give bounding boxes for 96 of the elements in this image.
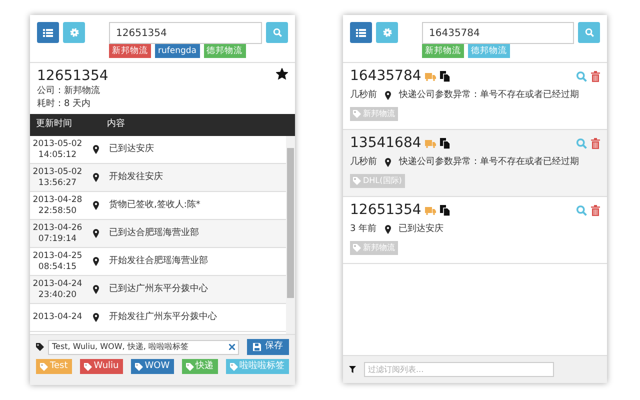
time-text: 23:40:20 [37,290,78,300]
tag-label[interactable]: WOW [130,359,174,374]
search-icon[interactable] [576,205,587,216]
location-pin-icon [385,158,391,168]
trash-icon[interactable] [591,71,600,82]
tag-icon [36,343,44,351]
tag-icon [134,362,143,370]
settings-icon [70,28,78,37]
trash-icon[interactable] [591,138,600,149]
tag-icon [186,362,194,370]
date-text: 2013-04-24 [32,278,84,290]
location-pin-icon [93,313,99,322]
tracking-number: 12651354 [37,68,110,85]
list-button[interactable] [350,22,372,43]
location-pin-icon [93,257,99,266]
truck-icon[interactable] [425,140,436,148]
date-text: 2013-04-24 [32,312,84,323]
company-tag[interactable]: 新邦物流 [109,44,151,58]
date-text: 2013-05-02 [32,138,84,150]
filter-field[interactable]: 过滤订阅列表... [364,362,554,377]
search-button[interactable] [266,22,288,43]
save-button[interactable]: 保存 [247,339,289,355]
tag-label[interactable]: Wuliu [80,359,123,374]
tag-icon [230,362,238,370]
tag-icon [353,110,361,118]
tracking-number: 12651354 [350,202,422,219]
settings-icon [382,28,392,37]
location-pin-icon [93,173,99,182]
event-text: 已到达安庆 [109,142,154,156]
search-field[interactable]: 16435784 [422,22,574,44]
trash-icon[interactable] [591,205,600,216]
search-icon[interactable] [576,71,587,82]
tag-input-field[interactable]: Test, Wuliu, WOW, 快递, 啦啦啦标签 [48,340,239,354]
tag-icon [84,362,92,370]
location-pin-icon [93,201,99,210]
time-text: 13:56:27 [37,178,78,188]
location-pin-icon [93,229,99,238]
list-button[interactable] [37,22,59,43]
tracking-number: 16435784 [350,68,422,85]
event-text: 开始发往合肥瑶海营业部 [109,254,208,268]
location-pin-icon [93,285,99,294]
date-text: 2013-04-25 [32,250,84,262]
copy-icon[interactable] [440,205,450,216]
event-text: 开始发往广州东平分拨中心 [109,310,217,324]
location-pin-icon [384,225,391,234]
search-icon [272,28,282,37]
truck-icon[interactable] [425,72,436,80]
column-header: 内容 [106,118,125,132]
status-text: 已到达安庆 [398,223,444,236]
column-header: 更新时间 [35,118,73,132]
company-text: 公司：新邦物流 [37,85,101,98]
time-text: 14:05:12 [37,150,78,160]
duration-text: 耗时：8 天内 [37,98,92,111]
time-ago-text: 几秒前 [350,89,377,102]
time-ago-text: 几秒前 [350,156,377,169]
tag-icon [40,362,48,370]
truck-icon[interactable] [425,206,436,214]
tag-icon [353,176,361,184]
floppy-icon [253,343,261,351]
search-button[interactable] [578,22,600,43]
company-tag[interactable]: rufengda [155,44,200,58]
tag-label[interactable]: 啦啦啦标签 [226,359,289,374]
location-pin-icon [385,91,391,100]
status-text: 快递公司参数异常：单号不存在或者已经过期 [399,156,579,169]
date-text: 2013-05-02 [32,166,84,178]
star-icon[interactable] [276,68,288,80]
date-text: 2013-04-28 [32,194,84,206]
time-text: 07:19:14 [37,234,78,244]
tracking-number: 13541684 [350,135,422,152]
company-tag[interactable]: 新邦物流 [422,44,464,58]
date-text: 2013-04-26 [32,222,84,234]
settings-button[interactable] [376,22,398,43]
event-text: 已到达合肥瑶海营业部 [109,226,199,240]
tag-label[interactable]: 快递 [182,359,218,374]
tag-icon [353,244,361,252]
clear-icon[interactable] [229,344,235,350]
search-icon[interactable] [576,138,587,149]
list-icon [356,28,366,36]
status-text: 快递公司参数异常：单号不存在或者已经过期 [399,89,579,102]
event-text: 已到达广州东平分拨中心 [109,282,208,296]
filter-icon [349,366,356,373]
company-tag[interactable]: 德邦物流 [468,44,510,58]
scrollbar[interactable] [286,136,295,334]
location-pin-icon [93,145,99,154]
time-text: 08:54:15 [37,262,78,272]
time-text: 22:58:50 [37,206,78,216]
time-ago-text: 3 年前 [350,223,377,236]
event-text: 开始发往安庆 [109,170,163,184]
copy-icon[interactable] [440,71,450,82]
search-icon [584,28,594,37]
copy-icon[interactable] [440,138,450,149]
list-icon [43,28,53,36]
search-field[interactable]: 12651354 [109,22,262,44]
company-tag[interactable]: 德邦物流 [204,44,246,58]
settings-button[interactable] [63,22,85,43]
event-text: 货物已签收,签收人:陈* [109,198,200,212]
